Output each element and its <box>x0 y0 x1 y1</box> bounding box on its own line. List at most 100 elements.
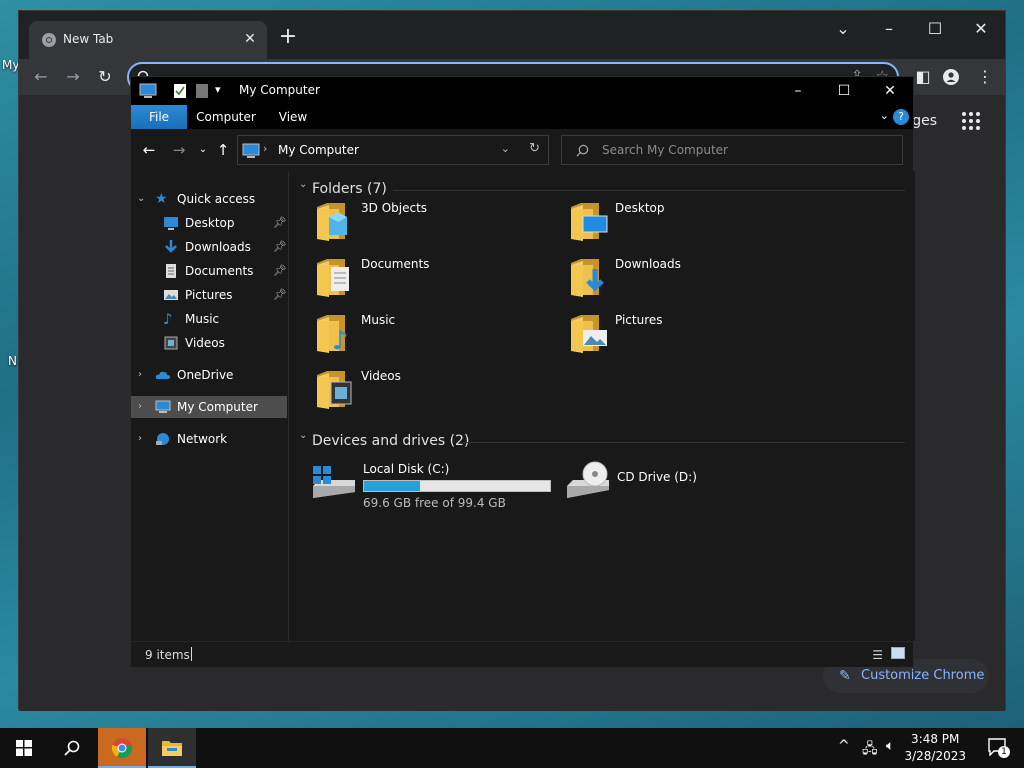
large-icons-view-icon[interactable] <box>891 647 905 659</box>
svg-text:♪: ♪ <box>332 326 349 353</box>
devices-header[interactable]: Devices and drives (2) <box>312 433 469 449</box>
chevron-down-icon[interactable]: ⌄ <box>299 179 307 190</box>
chrome-icon <box>42 33 56 47</box>
chevron-right-icon[interactable]: › <box>138 396 142 418</box>
network-status-icon[interactable]: 🖧︎ <box>862 738 878 762</box>
address-box[interactable]: › My Computer ⌄ ↻ <box>237 135 549 165</box>
folders-header[interactable]: Folders (7) <box>312 181 387 197</box>
maximize-button[interactable]: ☐ <box>821 77 867 105</box>
computer-icon <box>155 400 171 413</box>
document-icon <box>166 264 176 278</box>
chevron-down-icon[interactable]: ⌄ <box>299 430 307 441</box>
pictures-icon <box>164 290 178 300</box>
details-view-icon[interactable]: ☰ <box>872 648 883 662</box>
drive-name: CD Drive (D:) <box>617 470 697 484</box>
divider <box>191 647 192 661</box>
chevron-right-icon[interactable]: › <box>138 433 142 444</box>
desktop-icon-label[interactable]: My <box>2 58 19 72</box>
start-button[interactable] <box>0 728 48 768</box>
folder-downloads[interactable]: Downloads <box>569 255 799 305</box>
forward-button[interactable]: → <box>59 63 87 91</box>
chrome-tabstrip: New Tab ✕ + ⌄ – ☐ ✕ <box>19 11 1005 59</box>
taskbar-chrome[interactable] <box>98 728 146 768</box>
reload-button[interactable]: ↻ <box>91 63 119 91</box>
computer-icon <box>242 143 260 158</box>
ribbon-expand-icon[interactable]: ⌄ <box>880 109 889 122</box>
maximize-button[interactable]: ☐ <box>913 15 957 43</box>
minimize-button[interactable]: – <box>867 15 911 43</box>
profile-icon[interactable] <box>943 69 959 85</box>
ribbon-tab-file[interactable]: File <box>131 105 187 129</box>
chrome-tab-new-tab[interactable]: New Tab ✕ <box>29 21 267 59</box>
nav-quick-access[interactable]: ★ Quick access <box>155 188 285 210</box>
folder-documents[interactable]: Documents <box>315 255 545 305</box>
drive-usage-fill <box>364 481 420 491</box>
menu-icon[interactable]: ⋮ <box>971 63 999 91</box>
nav-item-desktop[interactable]: Desktop 📌︎ <box>163 212 287 234</box>
minimize-button[interactable]: – <box>775 77 821 105</box>
nav-item-documents[interactable]: Documents 📌︎ <box>163 260 287 282</box>
new-tab-button[interactable]: + <box>275 25 301 51</box>
back-button[interactable]: ← <box>27 63 55 91</box>
drive-local-disk-c[interactable]: Local Disk (C:) 69.6 GB free of 99.4 GB <box>311 460 555 510</box>
pin-icon: 📌︎ <box>273 240 287 253</box>
folder-pictures[interactable]: Pictures <box>569 311 799 361</box>
folder-music-note-icon: ♪ <box>317 315 349 353</box>
folder-icon <box>162 741 182 756</box>
nav-item-pictures[interactable]: Pictures 📌︎ <box>163 284 287 306</box>
pin-icon: 📌︎ <box>273 288 287 301</box>
nav-onedrive[interactable]: OneDrive <box>155 364 285 386</box>
search-box[interactable]: Search My Computer <box>561 135 903 165</box>
nav-item-downloads[interactable]: Downloads 📌︎ <box>163 236 287 258</box>
properties-icon[interactable] <box>173 83 187 99</box>
close-button[interactable]: ✕ <box>867 77 913 105</box>
folder-label: Desktop <box>615 201 665 215</box>
nav-label: My Computer <box>177 400 258 414</box>
taskbar-file-explorer[interactable] <box>148 728 196 768</box>
nav-item-music[interactable]: ♪ Music <box>163 308 287 330</box>
back-button[interactable]: ← <box>139 140 159 160</box>
ribbon-tab-view[interactable]: View <box>269 105 317 129</box>
folder-3d-objects[interactable]: 3D Objects <box>315 199 545 249</box>
breadcrumb-chevron-icon[interactable]: › <box>263 142 267 155</box>
help-icon[interactable]: ? <box>893 109 909 125</box>
ribbon-tab-computer[interactable]: Computer <box>193 105 259 129</box>
folder-label: Pictures <box>615 313 663 327</box>
system-clock[interactable]: 3:48 PM 3/28/2023 <box>904 731 966 765</box>
nav-network[interactable]: Network <box>155 428 285 450</box>
images-link[interactable]: ges <box>912 113 937 129</box>
close-tab-icon[interactable]: ✕ <box>241 30 259 48</box>
recent-locations-icon[interactable]: ⌄ <box>193 140 213 160</box>
nav-my-computer[interactable]: › My Computer <box>131 396 287 418</box>
new-folder-icon[interactable] <box>195 83 209 99</box>
address-dropdown-icon[interactable]: ⌄ <box>501 142 510 155</box>
chevron-down-icon[interactable]: ⌄ <box>821 15 865 43</box>
show-hidden-icons-icon[interactable]: ^ <box>838 738 850 754</box>
search-button[interactable] <box>48 728 96 768</box>
music-icon: ♪ <box>163 310 173 328</box>
folder-label: Music <box>361 313 396 327</box>
chevron-down-icon[interactable]: ⌄ <box>137 193 145 204</box>
folder-videos[interactable]: Videos <box>315 367 545 417</box>
folder-desktop[interactable]: Desktop <box>569 199 799 249</box>
windows-logo-icon <box>16 740 32 756</box>
drive-cd-drive-d[interactable]: CD Drive (D:) <box>565 460 765 510</box>
chevron-right-icon[interactable]: › <box>138 369 142 380</box>
apps-grid-icon[interactable] <box>961 111 981 131</box>
refresh-icon[interactable]: ↻ <box>529 141 540 156</box>
notification-center-button[interactable]: 1 <box>988 738 1010 758</box>
up-button[interactable]: ↑ <box>213 140 233 160</box>
customize-qat-icon[interactable]: ▾ <box>215 83 221 96</box>
item-count: 9 items <box>145 648 190 662</box>
pin-icon: 📌︎ <box>273 216 287 229</box>
nav-item-videos[interactable]: Videos <box>163 332 287 354</box>
search-placeholder: Search My Computer <box>602 143 728 157</box>
nav-label: OneDrive <box>177 368 234 382</box>
forward-button[interactable]: → <box>169 140 189 160</box>
explorer-titlebar[interactable]: ▾ My Computer – ☐ ✕ <box>131 77 913 105</box>
close-button[interactable]: ✕ <box>959 15 1003 43</box>
volume-icon[interactable]: 🔈︎ <box>886 738 894 754</box>
folder-music[interactable]: ♪ Music <box>315 311 545 361</box>
desktop-icon-label[interactable]: N <box>8 354 17 368</box>
folder-monitor-icon <box>571 203 608 241</box>
